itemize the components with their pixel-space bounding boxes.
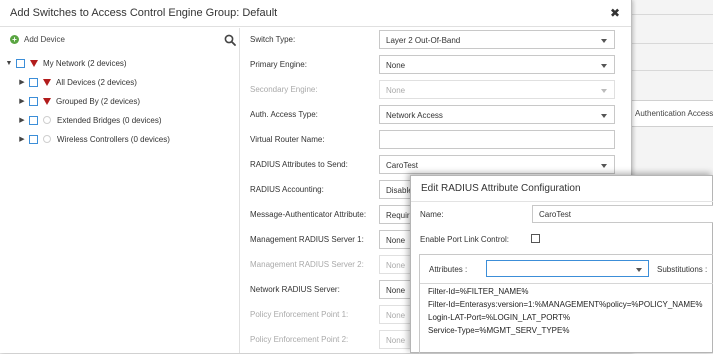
empty-group-icon: [43, 116, 51, 124]
chevron-down-icon: [601, 39, 607, 43]
divider: [411, 201, 713, 202]
radius-accounting-value: Disable: [386, 186, 413, 195]
device-tree-pane: + Add Device ▼ My Network (2 devices) ▶ …: [0, 28, 240, 353]
virtual-router-input[interactable]: [379, 130, 615, 149]
auth-access-type-select[interactable]: Network Access: [379, 105, 615, 124]
dialog-title: Add Switches to Access Control Engine Gr…: [10, 7, 278, 19]
tab-authentication-access-label: Authentication Access: [635, 109, 713, 118]
network-radius-value: None: [386, 286, 406, 295]
secondary-engine-label: Secondary Engine:: [250, 85, 318, 94]
secondary-engine-value: None: [386, 86, 406, 95]
edit-radius-dialog: Edit RADIUS Attribute Configuration Name…: [410, 175, 713, 354]
chevron-down-icon: [601, 89, 607, 93]
background-divider: [630, 14, 713, 15]
divider: [420, 283, 713, 284]
tree-item-label: All Devices (2 devices): [56, 77, 137, 87]
pep-1-value: None: [386, 311, 406, 320]
secondary-engine-row: Secondary Engine: None: [241, 78, 631, 103]
tree-item-label: My Network (2 devices): [43, 58, 127, 68]
close-icon[interactable]: ✖: [610, 6, 620, 20]
primary-engine-label: Primary Engine:: [250, 60, 307, 69]
pep-1-label: Policy Enforcement Point 1:: [250, 310, 349, 319]
auth-access-type-row: Auth. Access Type: Network Access: [241, 103, 631, 128]
mgmt-radius-2-label: Management RADIUS Server 2:: [250, 260, 364, 269]
auth-access-type-label: Auth. Access Type:: [250, 110, 318, 119]
tree-checkbox[interactable]: [29, 96, 38, 106]
switch-type-row: Switch Type: Layer 2 Out-Of-Band: [241, 28, 631, 53]
chevron-down-icon: [636, 268, 642, 272]
radius-accounting-label: RADIUS Accounting:: [250, 185, 324, 194]
add-device-label: Add Device: [24, 35, 65, 44]
edit-radius-title: Edit RADIUS Attribute Configuration: [421, 183, 581, 194]
device-group-icon: [43, 97, 51, 105]
primary-engine-row: Primary Engine: None: [241, 53, 631, 78]
tree-checkbox[interactable]: [29, 115, 38, 125]
radius-attributes-select[interactable]: CaroTest: [379, 155, 615, 174]
radius-attributes-value: CaroTest: [386, 161, 419, 170]
network-radius-label: Network RADIUS Server:: [250, 285, 340, 294]
tree-item-label: Grouped By (2 devices): [56, 96, 141, 106]
tree-item-my-network[interactable]: ▼ My Network (2 devices): [5, 57, 127, 69]
tree-checkbox[interactable]: [29, 77, 38, 87]
virtual-router-row: Virtual Router Name:: [241, 128, 631, 153]
port-link-checkbox[interactable]: [531, 234, 540, 243]
message-authenticator-label: Message-Authenticator Attribute:: [250, 210, 367, 219]
mgmt-radius-1-label: Management RADIUS Server 1:: [250, 235, 364, 244]
attribute-line[interactable]: Login-LAT-Port=%LOGIN_LAT_PORT%: [428, 313, 570, 322]
tree-item-grouped-by[interactable]: ▶ Grouped By (2 devices): [18, 95, 140, 107]
tab-authentication-access[interactable]: Authentication Access: [630, 100, 713, 127]
chevron-right-icon[interactable]: ▶: [18, 116, 26, 124]
pep-2-value: None: [386, 336, 406, 345]
attribute-line[interactable]: Filter-Id=%FILTER_NAME%: [428, 287, 529, 296]
search-icon[interactable]: [224, 34, 236, 46]
attributes-label: Attributes :: [429, 265, 468, 274]
tree-item-all-devices[interactable]: ▶ All Devices (2 devices): [18, 76, 137, 88]
name-label: Name:: [420, 210, 444, 219]
tree-item-label: Extended Bridges (0 devices): [57, 115, 162, 125]
chevron-down-icon: [601, 64, 607, 68]
dialog-header: Add Switches to Access Control Engine Gr…: [0, 0, 631, 27]
substitutions-label: Substitutions :: [657, 265, 708, 274]
chevron-right-icon[interactable]: ▶: [18, 78, 26, 86]
background-divider: [630, 70, 713, 71]
mgmt-radius-2-value: None: [386, 261, 406, 270]
pep-2-label: Policy Enforcement Point 2:: [250, 335, 349, 344]
port-link-label: Enable Port Link Control:: [420, 235, 509, 244]
device-group-icon: [30, 59, 38, 67]
tree-item-wireless-controllers[interactable]: ▶ Wireless Controllers (0 devices): [18, 133, 170, 145]
switch-type-label: Switch Type:: [250, 35, 296, 44]
virtual-router-label: Virtual Router Name:: [250, 135, 325, 144]
chevron-down-icon: [601, 164, 607, 168]
chevron-down-icon[interactable]: ▼: [5, 60, 13, 67]
add-device-button[interactable]: + Add Device: [10, 35, 65, 44]
chevron-right-icon[interactable]: ▶: [18, 97, 26, 105]
attributes-select[interactable]: [486, 260, 649, 277]
attribute-line[interactable]: Service-Type=%MGMT_SERV_TYPE%: [428, 326, 569, 335]
chevron-down-icon: [601, 114, 607, 118]
mgmt-radius-1-value: None: [386, 236, 406, 245]
attributes-panel: Attributes : Substitutions : Filter-Id=%…: [419, 254, 713, 354]
auth-access-type-value: Network Access: [386, 111, 443, 120]
tree-checkbox[interactable]: [16, 58, 25, 68]
name-input[interactable]: CaroTest: [532, 205, 713, 223]
empty-group-icon: [43, 135, 51, 143]
tree-item-extended-bridges[interactable]: ▶ Extended Bridges (0 devices): [18, 114, 162, 126]
switch-type-value: Layer 2 Out-Of-Band: [386, 36, 461, 45]
background-divider: [630, 43, 713, 44]
attribute-line[interactable]: Filter-Id=Enterasys:version=1:%MANAGEMEN…: [428, 300, 703, 309]
tree-item-label: Wireless Controllers (0 devices): [57, 134, 170, 144]
radius-attributes-label: RADIUS Attributes to Send:: [250, 160, 348, 169]
name-value: CaroTest: [539, 210, 572, 219]
add-circle-icon: +: [10, 35, 19, 44]
tree-checkbox[interactable]: [29, 134, 38, 144]
secondary-engine-select: None: [379, 80, 615, 99]
primary-engine-value: None: [386, 61, 406, 70]
chevron-right-icon[interactable]: ▶: [18, 135, 26, 143]
primary-engine-select[interactable]: None: [379, 55, 615, 74]
switch-type-select[interactable]: Layer 2 Out-Of-Band: [379, 30, 615, 49]
device-group-icon: [43, 78, 51, 86]
